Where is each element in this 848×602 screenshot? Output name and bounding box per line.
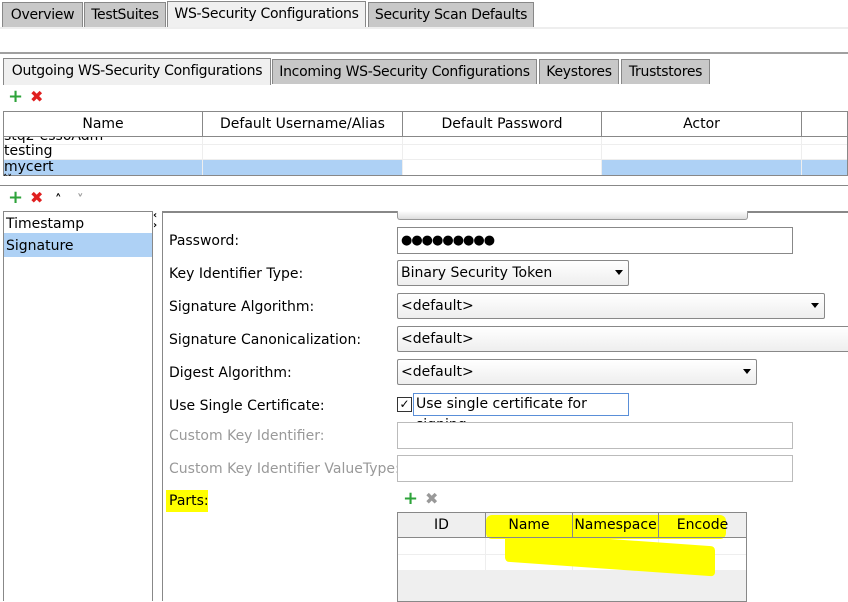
col-more[interactable]: M (802, 112, 847, 137)
selected-value: <default> (401, 364, 474, 380)
entry-signature[interactable]: Signature (4, 233, 152, 257)
custom-key-vt-input[interactable] (397, 455, 793, 482)
col-namespace[interactable]: Namespace (573, 513, 659, 538)
chevron-down-icon (615, 270, 623, 275)
partial-button[interactable] (397, 211, 748, 220)
digest-select[interactable]: <default> (397, 359, 757, 385)
tab-security-scan-defaults[interactable]: Security Scan Defaults (368, 2, 534, 27)
single-cert-checkbox[interactable]: ✓ (397, 397, 412, 412)
entry-timestamp[interactable]: Timestamp (4, 212, 152, 233)
key-id-type-label: Key Identifier Type: (169, 266, 304, 282)
table-row[interactable]: testing (4, 144, 847, 160)
move-down-icon[interactable]: ˅ (77, 192, 84, 210)
selected-value: Binary Security Token (401, 265, 553, 281)
move-up-icon[interactable]: ˄ (55, 192, 62, 210)
col-password[interactable]: Default Password (403, 112, 602, 137)
single-cert-label: Use Single Certificate: (169, 398, 325, 414)
add-entry-button[interactable]: + (8, 189, 23, 207)
col-id[interactable]: ID (398, 513, 486, 538)
sig-alg-select[interactable]: <default> (397, 293, 825, 319)
chevron-down-icon (743, 369, 751, 374)
custom-key-id-input[interactable] (397, 422, 793, 449)
selected-value: <default> (401, 331, 474, 347)
config-table: stq2-essoAdm testing mycert Name Default… (3, 111, 848, 176)
divider (0, 52, 848, 54)
tab-truststores[interactable]: Truststores (621, 59, 710, 84)
remove-config-button[interactable]: ✖ (30, 88, 43, 106)
col-part-name[interactable]: Name (486, 513, 573, 538)
tab-outgoing[interactable]: Outgoing WS-Security Configurations (3, 58, 271, 85)
tab-keystores[interactable]: Keystores (539, 59, 619, 84)
custom-key-vt-label: Custom Key Identifier ValueType: (169, 461, 400, 477)
col-actor[interactable]: Actor (602, 112, 802, 137)
table-row-selected[interactable]: mycert (4, 159, 847, 175)
selected-value: <default> (401, 298, 474, 314)
parts-table: ID Name Namespace Encode (397, 512, 747, 602)
chevron-down-icon (811, 303, 819, 308)
tab-overview[interactable]: Overview (2, 2, 83, 27)
entries-list: Timestamp Signature (3, 211, 153, 601)
remove-part-button[interactable]: ✖ (425, 490, 438, 508)
collapse-arrows-icon[interactable]: ‹ › (153, 211, 157, 231)
tab-ws-security[interactable]: WS-Security Configurations (167, 1, 366, 28)
remove-entry-button[interactable]: ✖ (30, 189, 43, 207)
divider (0, 27, 848, 29)
col-encode[interactable]: Encode (659, 513, 746, 538)
sig-canon-label: Signature Canonicalization: (169, 332, 362, 348)
tab-testsuites[interactable]: TestSuites (84, 2, 166, 27)
divider (0, 185, 848, 186)
sig-canon-select[interactable]: <default> (397, 326, 848, 352)
row-name: testing (4, 143, 53, 159)
add-config-button[interactable]: + (8, 88, 23, 106)
parts-label: Parts: (169, 493, 209, 509)
splitter-arrows-icon[interactable]: ˄˅ (3, 174, 12, 184)
row-name: mycert (4, 159, 54, 175)
password-label: Password: (169, 233, 240, 249)
col-name[interactable]: Name (4, 112, 203, 137)
key-id-type-select[interactable]: Binary Security Token (397, 260, 629, 286)
single-cert-checkbox-label[interactable]: Use single certificate for signing (413, 393, 629, 433)
digest-label: Digest Algorithm: (169, 365, 292, 381)
custom-key-id-label: Custom Key Identifier: (169, 428, 325, 444)
col-username[interactable]: Default Username/Alias (203, 112, 403, 137)
tab-incoming[interactable]: Incoming WS-Security Configurations (272, 59, 537, 84)
password-input[interactable]: ●●●●●●●●● (397, 227, 793, 254)
sig-alg-label: Signature Algorithm: (169, 299, 315, 315)
add-part-button[interactable]: + (403, 490, 418, 508)
